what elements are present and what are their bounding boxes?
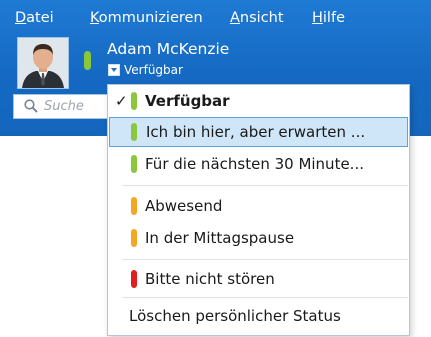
status-dot-green-icon: [131, 155, 137, 173]
presence-indicator: [84, 51, 91, 70]
menu-separator: [122, 297, 408, 298]
menu-item-label: Löschen persönlicher Status: [129, 307, 341, 325]
status-dot-red-icon: [131, 270, 137, 288]
chevron-down-icon: [108, 63, 120, 76]
menu-ansicht[interactable]: Ansicht: [230, 8, 284, 28]
avatar[interactable]: [17, 37, 69, 89]
menu-kommunizieren[interactable]: Kommunizieren: [90, 8, 203, 28]
menubar: Datei Kommunizieren Ansicht Hilfe: [0, 8, 431, 28]
check-icon: ✓: [115, 92, 128, 110]
menu-item-bitte-nicht-stoeren[interactable]: Bitte nicht stören: [109, 264, 408, 294]
menu-hilfe[interactable]: Hilfe: [312, 8, 345, 28]
menu-item-loeschen-status[interactable]: Löschen persönlicher Status: [109, 301, 408, 331]
status-dot-orange-icon: [131, 229, 137, 247]
avatar-photo: [18, 38, 68, 88]
menu-item-label: Verfügbar: [145, 92, 230, 110]
menu-item-label: In der Mittagspause: [145, 229, 295, 247]
search-icon: [24, 99, 38, 113]
menu-item-label: Bitte nicht stören: [145, 270, 275, 288]
status-selector[interactable]: Verfügbar: [108, 63, 183, 79]
menu-item-ich-bin-hier[interactable]: Ich bin hier, aber erwarten ...: [109, 117, 408, 147]
menu-item-label: Ich bin hier, aber erwarten ...: [146, 123, 366, 141]
menu-item-label: Für die nächsten 30 Minute...: [145, 155, 364, 173]
status-dot-green-icon: [131, 123, 137, 141]
status-dot-orange-icon: [131, 197, 137, 215]
status-label: Verfügbar: [124, 63, 183, 77]
status-dot-green-icon: [131, 92, 137, 110]
menu-separator: [122, 185, 408, 186]
menu-item-mittagspause[interactable]: In der Mittagspause: [109, 223, 408, 253]
menu-datei[interactable]: Datei: [15, 8, 54, 28]
status-dropdown-menu: ✓ Verfügbar Ich bin hier, aber erwarten …: [107, 84, 410, 336]
menu-item-abwesend[interactable]: Abwesend: [109, 191, 408, 221]
menu-separator: [122, 259, 408, 260]
menu-item-verfuegbar[interactable]: ✓ Verfügbar: [109, 86, 408, 116]
user-name[interactable]: Adam McKenzie: [107, 40, 229, 58]
menu-item-naechste-30-minuten[interactable]: Für die nächsten 30 Minute...: [109, 149, 408, 179]
menu-item-label: Abwesend: [145, 197, 223, 215]
